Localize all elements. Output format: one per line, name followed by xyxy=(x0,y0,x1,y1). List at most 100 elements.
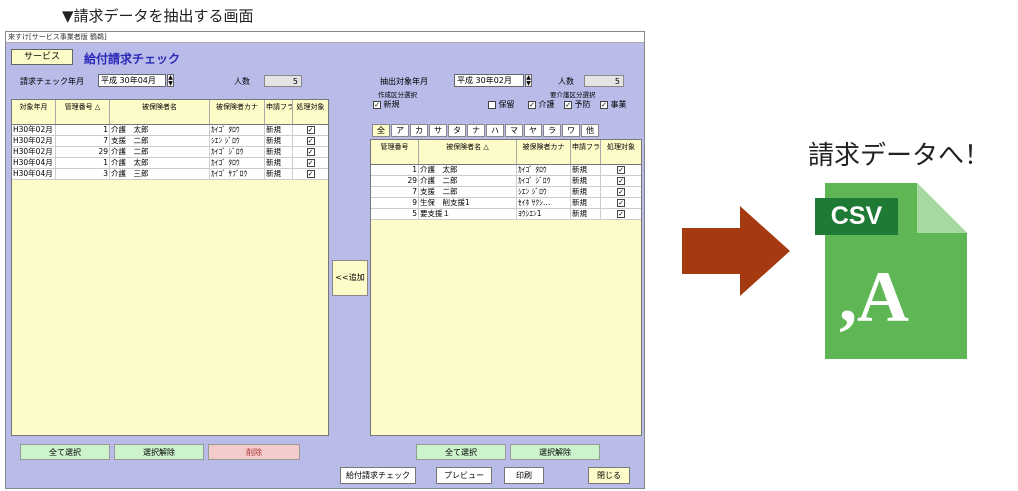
print-button[interactable]: 印刷 xyxy=(504,467,544,484)
left-count-value: 5 xyxy=(264,75,302,87)
cell-process-check[interactable]: ✓ xyxy=(293,169,328,179)
left-select-all-button[interactable]: 全て選択 xyxy=(20,444,110,460)
rcol-insured-name[interactable]: 被保険者名 △ xyxy=(419,140,517,164)
row-checkbox[interactable]: ✓ xyxy=(306,159,315,167)
cell-process-check[interactable]: ✓ xyxy=(601,187,641,197)
close-button[interactable]: 閉じる xyxy=(588,467,630,484)
right-arrow-icon xyxy=(682,206,790,296)
tab-a[interactable]: ア xyxy=(391,124,409,137)
cell-kana: ｶｲｺﾞ ｼﾞﾛｳ xyxy=(517,176,571,186)
col-process-target[interactable]: 処理対象 xyxy=(293,100,328,124)
right-select-all-button[interactable]: 全て選択 xyxy=(416,444,506,460)
check-month-field[interactable]: 平成 30年04月 xyxy=(98,74,166,87)
delete-button[interactable]: 削除 xyxy=(208,444,300,460)
tab-other[interactable]: 他 xyxy=(581,124,599,137)
csv-callout-label: 請求データへ！ xyxy=(808,141,991,171)
cell-admin-no: 7 xyxy=(56,136,110,146)
row-checkbox[interactable]: ✓ xyxy=(617,188,625,196)
cell-month: H30年02月 xyxy=(12,147,56,157)
row-checkbox[interactable]: ✓ xyxy=(617,210,625,218)
col-admin-no[interactable]: 管理番号 △ xyxy=(56,100,110,124)
col-apply-flag[interactable]: 申請フラグ xyxy=(265,100,293,124)
cell-flag: 新規 xyxy=(571,198,601,208)
cell-process-check[interactable]: ✓ xyxy=(293,147,328,157)
row-checkbox[interactable]: ✓ xyxy=(306,126,315,134)
tab-na[interactable]: ナ xyxy=(467,124,485,137)
col-insured-kana[interactable]: 被保険者カナ xyxy=(210,100,265,124)
row-checkbox[interactable]: ✓ xyxy=(306,148,315,156)
table-row[interactable]: 5 要支援１ ﾖｳｼｴﾝ1 新規 ✓ xyxy=(371,209,641,220)
extract-month-field[interactable]: 平成 30年02月 xyxy=(454,74,524,87)
tab-ra[interactable]: ラ xyxy=(543,124,561,137)
row-checkbox[interactable]: ✓ xyxy=(306,137,315,145)
table-row[interactable]: 1 介護 太郎 ｶｲｺﾞ ﾀﾛｳ 新規 ✓ xyxy=(371,165,641,176)
cell-flag: 新規 xyxy=(571,165,601,175)
new-checkbox[interactable]: ✓ 新規 xyxy=(373,99,400,110)
cell-name: 介護 太郎 xyxy=(419,165,517,175)
cell-process-check[interactable]: ✓ xyxy=(601,198,641,208)
row-checkbox[interactable]: ✓ xyxy=(617,199,625,207)
cell-process-check[interactable]: ✓ xyxy=(293,136,328,146)
table-row[interactable]: H30年04月 1 介護 太郎 ｶｲｺﾞ ﾀﾛｳ 新規 ✓ xyxy=(12,158,328,169)
cell-flag: 新規 xyxy=(265,169,293,179)
extract-month-spinner[interactable]: ▲ ▼ xyxy=(525,74,532,87)
tab-wa[interactable]: ワ xyxy=(562,124,580,137)
table-row[interactable]: H30年02月 29 介護 二郎 ｶｲｺﾞ ｼﾞﾛｳ 新規 ✓ xyxy=(12,147,328,158)
cell-name: 介護 二郎 xyxy=(110,147,210,157)
cell-admin-no: 1 xyxy=(371,165,419,175)
app-window: 来すけ[サービス事業者版 鶴鵜] サービス 給付請求チェック 請求チェック年月 … xyxy=(5,31,645,489)
row-checkbox[interactable]: ✓ xyxy=(306,170,315,178)
table-row[interactable]: H30年02月 7 支援 二郎 ｼｴﾝ ｼﾞﾛｳ 新規 ✓ xyxy=(12,136,328,147)
benefit-check-button[interactable]: 給付請求チェック xyxy=(340,467,416,484)
table-row[interactable]: 7 支援 二郎 ｼｴﾝ ｼﾞﾛｳ 新規 ✓ xyxy=(371,187,641,198)
col-target-month[interactable]: 対象年月 xyxy=(12,100,56,124)
table-row[interactable]: 9 生保 削支援1 ｾｲﾎ ｻｸｼ… 新規 ✓ xyxy=(371,198,641,209)
service-button[interactable]: サービス xyxy=(11,49,73,65)
kaigo-checkbox[interactable]: ✓ 介護 xyxy=(528,99,555,110)
rcol-insured-kana[interactable]: 被保険者カナ xyxy=(517,140,571,164)
add-button[interactable]: <<追加 xyxy=(332,260,368,296)
cell-flag: 新規 xyxy=(265,158,293,168)
preview-button[interactable]: プレビュー xyxy=(436,467,492,484)
cell-name: 要支援１ xyxy=(419,209,517,219)
tab-ta[interactable]: タ xyxy=(448,124,466,137)
check-month-label: 請求チェック年月 xyxy=(20,77,84,86)
table-row[interactable]: 29 介護 二郎 ｶｲｺﾞ ｼﾞﾛｳ 新規 ✓ xyxy=(371,176,641,187)
tab-ma[interactable]: マ xyxy=(505,124,523,137)
cell-admin-no: 3 xyxy=(56,169,110,179)
right-grid-header: 管理番号 被保険者名 △ 被保険者カナ 申請フラグ 処理対象 xyxy=(371,140,641,165)
table-row[interactable]: H30年02月 1 介護 太郎 ｶｲｺﾞ ﾀﾛｳ 新規 ✓ xyxy=(12,125,328,136)
cell-admin-no: 5 xyxy=(371,209,419,219)
tab-ya[interactable]: ヤ xyxy=(524,124,542,137)
col-insured-name[interactable]: 被保険者名 xyxy=(110,100,210,124)
yobo-checkbox[interactable]: ✓ 予防 xyxy=(564,99,591,110)
row-checkbox[interactable]: ✓ xyxy=(617,177,625,185)
right-grid: 管理番号 被保険者名 △ 被保険者カナ 申請フラグ 処理対象 1介護 太郎ｶｲｺ… xyxy=(370,139,642,436)
table-row[interactable]: H30年04月 3 介護 三郎 ｶｲｺﾞ ｻﾌﾞﾛｳ 新規 ✓ xyxy=(12,169,328,180)
left-deselect-button[interactable]: 選択解除 xyxy=(114,444,204,460)
left-grid: 対象年月 管理番号 △ 被保険者名 被保険者カナ 申請フラグ 処理対象 H30年… xyxy=(11,99,329,436)
cell-process-check[interactable]: ✓ xyxy=(601,165,641,175)
cell-admin-no: 9 xyxy=(371,198,419,208)
right-deselect-button[interactable]: 選択解除 xyxy=(510,444,600,460)
cell-process-check[interactable]: ✓ xyxy=(601,209,641,219)
cell-process-check[interactable]: ✓ xyxy=(293,158,328,168)
rcol-apply-flag[interactable]: 申請フラグ xyxy=(571,140,601,164)
hold-checkbox[interactable]: 保留 xyxy=(488,99,515,110)
jigyo-checkbox[interactable]: ✓ 事業 xyxy=(600,99,627,110)
tab-all[interactable]: 全 xyxy=(372,124,390,137)
left-grid-header: 対象年月 管理番号 △ 被保険者名 被保険者カナ 申請フラグ 処理対象 xyxy=(12,100,328,125)
cell-process-check[interactable]: ✓ xyxy=(601,176,641,186)
tab-ha[interactable]: ハ xyxy=(486,124,504,137)
rcol-process-target[interactable]: 処理対象 xyxy=(601,140,641,164)
rcol-admin-no[interactable]: 管理番号 xyxy=(371,140,419,164)
tab-ka[interactable]: カ xyxy=(410,124,428,137)
tab-sa[interactable]: サ xyxy=(429,124,447,137)
row-checkbox[interactable]: ✓ xyxy=(617,166,625,174)
check-month-spinner[interactable]: ▲ ▼ xyxy=(167,74,174,87)
cell-admin-no: 1 xyxy=(56,125,110,135)
cell-flag: 新規 xyxy=(265,136,293,146)
window-titlebar: 来すけ[サービス事業者版 鶴鵜] xyxy=(6,32,644,43)
cell-process-check[interactable]: ✓ xyxy=(293,125,328,135)
cell-admin-no: 1 xyxy=(56,158,110,168)
